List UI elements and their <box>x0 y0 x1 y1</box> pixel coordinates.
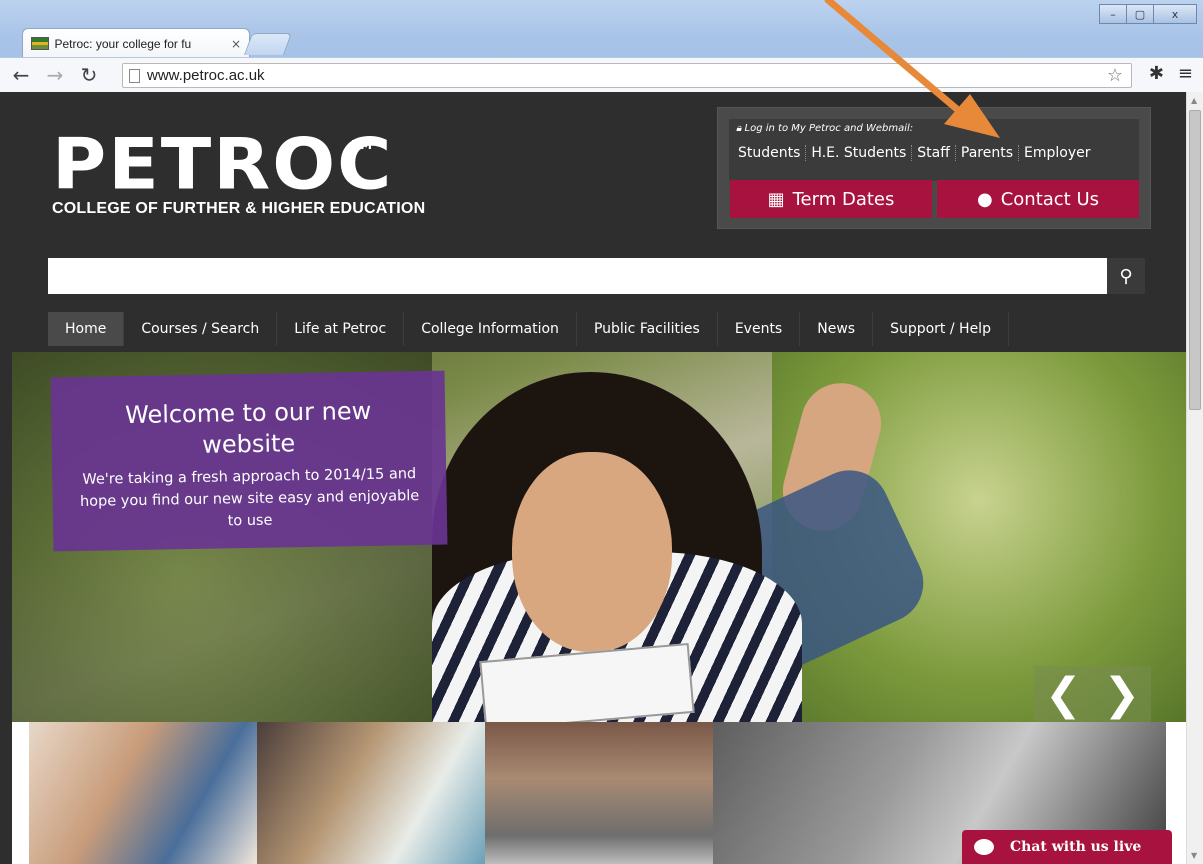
scroll-up-icon[interactable]: ▲ <box>1191 96 1197 105</box>
nav-support-help[interactable]: Support / Help <box>873 312 1009 346</box>
browser-toolbar: ← → ↻ www.petroc.ac.uk ☆ ✱ ≡ <box>0 57 1203 92</box>
welcome-title: Welcome to our new website <box>124 396 372 459</box>
page-scrollbar[interactable]: ▲ ▼ <box>1186 92 1203 864</box>
nav-home[interactable]: Home <box>48 312 125 346</box>
calendar-icon: ▦ <box>767 188 785 210</box>
nav-college-information[interactable]: College Information <box>404 312 577 346</box>
welcome-body: We're taking a fresh approach to 2014/15… <box>79 466 420 530</box>
contact-us-button[interactable]: ● Contact Us <box>937 180 1139 218</box>
login-panel: 🔒︎ Log in to My Petroc and Webmail: Stud… <box>717 107 1151 229</box>
web-page: PETROC TM COLLEGE OF FURTHER & HIGHER ED… <box>0 92 1186 864</box>
login-link-parents[interactable]: Parents <box>956 145 1020 161</box>
logo-trademark: TM <box>352 138 373 152</box>
tab-title: Petroc: your college for fu <box>54 36 192 51</box>
menu-icon[interactable]: ≡ <box>1178 63 1193 84</box>
tab-close-icon[interactable]: × <box>231 37 241 51</box>
favicon-icon <box>31 37 49 50</box>
main-navigation: Home Courses / Search Life at Petroc Col… <box>48 312 1009 346</box>
hero-photo-face <box>512 452 672 652</box>
forward-arrow-icon[interactable]: → <box>42 63 68 87</box>
new-tab-button[interactable] <box>243 33 293 55</box>
term-dates-label: Term Dates <box>792 188 895 210</box>
nav-news[interactable]: News <box>800 312 874 346</box>
chat-bubble-icon <box>974 839 994 855</box>
speech-bubble-icon: ● <box>976 188 993 210</box>
browser-chrome: Petroc: your college for fu × – ▢ x ← → … <box>0 0 1203 92</box>
scroll-down-icon[interactable]: ▼ <box>1191 851 1197 860</box>
login-label: 🔒︎ Log in to My Petroc and Webmail: <box>736 123 914 134</box>
login-link-students[interactable]: Students <box>733 145 807 161</box>
back-arrow-icon[interactable]: ← <box>8 63 34 87</box>
live-chat-label: Chat with us live <box>1010 839 1142 855</box>
page-icon <box>129 68 140 83</box>
url-text: www.petroc.ac.uk <box>147 67 265 84</box>
reload-icon[interactable]: ↻ <box>76 63 102 87</box>
minimize-button[interactable]: – <box>1099 4 1127 24</box>
live-chat-button[interactable]: Chat with us live <box>962 830 1172 864</box>
bookmark-star-icon[interactable]: ☆ <box>1107 65 1123 86</box>
nav-life-at-petroc[interactable]: Life at Petroc <box>277 312 405 346</box>
lock-icon: 🔒︎ <box>736 123 742 134</box>
scroll-thumb[interactable] <box>1189 110 1201 410</box>
nav-courses-search[interactable]: Courses / Search <box>124 312 278 346</box>
nav-public-facilities[interactable]: Public Facilities <box>577 312 718 346</box>
tile-science-photo[interactable] <box>257 722 485 864</box>
search-icon: ⚲ <box>1119 265 1133 287</box>
browser-tab[interactable]: Petroc: your college for fu × <box>22 28 250 58</box>
search-input[interactable] <box>48 258 1107 294</box>
hero-slider[interactable]: Welcome to our new website We're taking … <box>12 352 1186 722</box>
contact-us-label: Contact Us <box>1000 188 1100 210</box>
welcome-panel: Welcome to our new website We're taking … <box>50 370 448 552</box>
nav-events[interactable]: Events <box>718 312 801 346</box>
close-window-button[interactable]: x <box>1153 4 1197 24</box>
tile-engineering-photo[interactable] <box>485 722 713 864</box>
address-bar[interactable]: www.petroc.ac.uk ☆ <box>122 63 1132 88</box>
login-link-staff[interactable]: Staff <box>912 145 956 161</box>
window-controls: – ▢ x <box>1099 4 1197 24</box>
slider-prev-icon[interactable]: ❮ <box>1045 669 1082 720</box>
search-button[interactable]: ⚲ <box>1107 258 1145 294</box>
tile-students-photo[interactable] <box>29 722 257 864</box>
site-search: ⚲ <box>48 258 1145 294</box>
extensions-gear-icon[interactable]: ✱ <box>1149 63 1164 84</box>
slider-controls: ❮ ❯ <box>1034 666 1151 722</box>
login-link-he-students[interactable]: H.E. Students <box>806 145 913 161</box>
term-dates-button[interactable]: ▦ Term Dates <box>730 180 932 218</box>
login-link-employer[interactable]: Employer <box>1019 145 1095 161</box>
maximize-button[interactable]: ▢ <box>1126 4 1154 24</box>
slider-next-icon[interactable]: ❯ <box>1103 669 1140 720</box>
petroc-logo[interactable]: PETROC TM COLLEGE OF FURTHER & HIGHER ED… <box>52 130 425 218</box>
